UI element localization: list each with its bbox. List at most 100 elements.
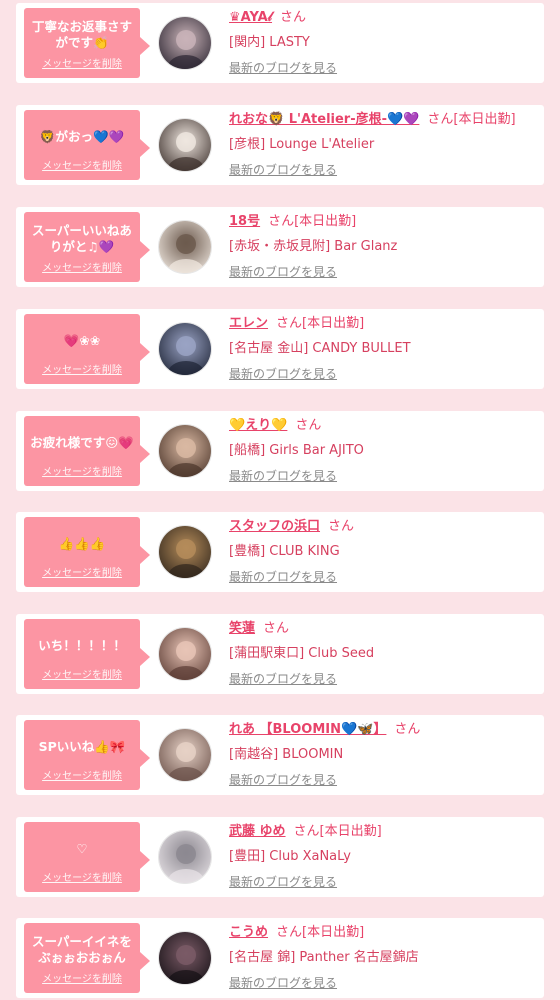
- avatar[interactable]: [158, 16, 212, 70]
- message-card: 🦁がおっ💙💜 メッセージを削除 れおな🦁 L'Atelier-彦根-💙💜 さん[…: [16, 105, 544, 185]
- delete-message-link[interactable]: メッセージを削除: [24, 869, 140, 884]
- profile-name-link[interactable]: れあ 【BLOOMIN💙🦋】: [229, 722, 386, 737]
- delete-message-link[interactable]: メッセージを削除: [24, 564, 140, 579]
- message-bubble: ♡ メッセージを削除: [24, 822, 150, 892]
- avatar[interactable]: [158, 931, 212, 985]
- latest-blog-link[interactable]: 最新のブログを見る: [229, 265, 337, 280]
- latest-blog-link[interactable]: 最新のブログを見る: [229, 469, 337, 484]
- message-card: スーパーイイネをぶぉぉおおぉん メッセージを削除 こうめ さん[本日出勤] [名…: [16, 918, 544, 998]
- avatar[interactable]: [158, 322, 212, 376]
- honorific: さん: [427, 112, 454, 127]
- honorific: さん: [280, 10, 307, 25]
- latest-blog-link[interactable]: 最新のブログを見る: [229, 570, 337, 585]
- name-row: れあ 【BLOOMIN💙🦋】 さん: [229, 721, 538, 740]
- on-duty-badge: [本日出勤]: [319, 824, 382, 839]
- message-text: ♡: [76, 841, 88, 856]
- message-text: いち！！！！！: [38, 638, 126, 653]
- message-card: いち！！！！！ メッセージを削除 笑蓮 さん [蒲田駅東口] Club Seed…: [16, 614, 544, 694]
- honorific: さん: [268, 214, 295, 229]
- avatar-image: [159, 221, 211, 273]
- profile-name-link[interactable]: 武藤 ゆめ: [229, 824, 286, 839]
- message-bubble: いち！！！！！ メッセージを削除: [24, 619, 150, 689]
- profile-info: 武藤 ゆめ さん[本日出勤] [豊田] Club XaNaLy 最新のブログを見る: [229, 823, 538, 890]
- message-card: SPいいね👍🎀 メッセージを削除 れあ 【BLOOMIN💙🦋】 さん [南越谷]…: [16, 715, 544, 795]
- honorific: さん: [276, 316, 303, 331]
- profile-name-link[interactable]: れおな🦁 L'Atelier-彦根-💙💜: [229, 112, 419, 127]
- name-row: エレン さん[本日出勤]: [229, 315, 538, 334]
- shop-name: [豊橋] CLUB KING: [229, 544, 340, 559]
- avatar[interactable]: [158, 118, 212, 172]
- delete-message-link[interactable]: メッセージを削除: [24, 55, 140, 70]
- avatar[interactable]: [158, 830, 212, 884]
- avatar-image: [159, 323, 211, 375]
- profile-name-link[interactable]: ♛AYA𝓁: [229, 10, 272, 25]
- delete-message-link[interactable]: メッセージを削除: [24, 463, 140, 478]
- delete-message-link[interactable]: メッセージを削除: [24, 259, 140, 274]
- profile-name-link[interactable]: 笑蓮: [229, 621, 255, 636]
- shop-name: [豊田] Club XaNaLy: [229, 849, 351, 864]
- profile-info: れあ 【BLOOMIN💙🦋】 さん [南越谷] BLOOMIN 最新のブログを見る: [229, 721, 538, 788]
- profile-name-link[interactable]: 18号: [229, 214, 260, 229]
- avatar-image: [159, 628, 211, 680]
- honorific: さん: [394, 722, 421, 737]
- profile-info: ♛AYA𝓁 さん [関内] LASTY 最新のブログを見る: [229, 9, 538, 76]
- message-card: スーパーいいねありがと♫💜 メッセージを削除 18号 さん[本日出勤] [赤坂・…: [16, 207, 544, 287]
- latest-blog-link[interactable]: 最新のブログを見る: [229, 875, 337, 890]
- message-bubble: 🦁がおっ💙💜 メッセージを削除: [24, 110, 150, 180]
- avatar-image: [159, 119, 211, 171]
- profile-info: 笑蓮 さん [蒲田駅東口] Club Seed 最新のブログを見る: [229, 620, 538, 687]
- message-card: 丁寧なお返事さすがです👏 メッセージを削除 ♛AYA𝓁 さん [関内] LAST…: [16, 3, 544, 83]
- shop-name: [名古屋 金山] CANDY BULLET: [229, 341, 411, 356]
- profile-name-link[interactable]: エレン: [229, 316, 268, 331]
- shop-name: [名古屋 錦] Panther 名古屋錦店: [229, 950, 419, 965]
- honorific: さん: [328, 519, 355, 534]
- honorific: さん: [295, 418, 322, 433]
- delete-message-link[interactable]: メッセージを削除: [24, 970, 140, 985]
- shop-name: [船橋] Girls Bar AJITO: [229, 443, 364, 458]
- message-text: SPいいね👍🎀: [38, 739, 126, 754]
- delete-message-link[interactable]: メッセージを削除: [24, 767, 140, 782]
- message-bubble: SPいいね👍🎀 メッセージを削除: [24, 720, 150, 790]
- name-row: こうめ さん[本日出勤]: [229, 924, 538, 943]
- message-text: お疲れ様です😖💗: [30, 435, 134, 450]
- on-duty-badge: [本日出勤]: [294, 214, 357, 229]
- message-card: 💗❀❀ メッセージを削除 エレン さん[本日出勤] [名古屋 金山] CANDY…: [16, 309, 544, 389]
- name-row: 💛えり💛 さん: [229, 417, 538, 436]
- message-card: ♡ メッセージを削除 武藤 ゆめ さん[本日出勤] [豊田] Club XaNa…: [16, 817, 544, 897]
- avatar-image: [159, 831, 211, 883]
- avatar[interactable]: [158, 424, 212, 478]
- avatar[interactable]: [158, 220, 212, 274]
- message-text: 🦁がおっ💙💜: [39, 129, 125, 144]
- delete-message-link[interactable]: メッセージを削除: [24, 157, 140, 172]
- latest-blog-link[interactable]: 最新のブログを見る: [229, 773, 337, 788]
- profile-info: スタッフの浜口 さん [豊橋] CLUB KING 最新のブログを見る: [229, 518, 538, 585]
- name-row: れおな🦁 L'Atelier-彦根-💙💜 さん[本日出勤]: [229, 111, 538, 130]
- profile-name-link[interactable]: スタッフの浜口: [229, 519, 320, 534]
- avatar[interactable]: [158, 525, 212, 579]
- latest-blog-link[interactable]: 最新のブログを見る: [229, 163, 337, 178]
- delete-message-link[interactable]: メッセージを削除: [24, 666, 140, 681]
- avatar-image: [159, 526, 211, 578]
- avatar-image: [159, 932, 211, 984]
- avatar-image: [159, 17, 211, 69]
- latest-blog-link[interactable]: 最新のブログを見る: [229, 367, 337, 382]
- profile-name-link[interactable]: 💛えり💛: [229, 418, 287, 433]
- message-bubble: 丁寧なお返事さすがです👏 メッセージを削除: [24, 8, 150, 78]
- shop-name: [彦根] Lounge L'Atelier: [229, 137, 375, 152]
- honorific: さん: [293, 824, 320, 839]
- name-row: 笑蓮 さん: [229, 620, 538, 639]
- profile-name-link[interactable]: こうめ: [229, 925, 268, 940]
- profile-info: 18号 さん[本日出勤] [赤坂・赤坂見附] Bar Glanz 最新のブログを見…: [229, 213, 538, 280]
- message-text: 丁寧なお返事さすがです👏: [31, 19, 132, 50]
- latest-blog-link[interactable]: 最新のブログを見る: [229, 61, 337, 76]
- avatar[interactable]: [158, 728, 212, 782]
- avatar-image: [159, 729, 211, 781]
- shop-name: [赤坂・赤坂見附] Bar Glanz: [229, 239, 398, 254]
- message-text: 👍👍👍: [58, 536, 106, 551]
- profile-info: れおな🦁 L'Atelier-彦根-💙💜 さん[本日出勤] [彦根] Lounge…: [229, 111, 538, 178]
- message-bubble: 👍👍👍 メッセージを削除: [24, 517, 150, 587]
- delete-message-link[interactable]: メッセージを削除: [24, 361, 140, 376]
- latest-blog-link[interactable]: 最新のブログを見る: [229, 672, 337, 687]
- latest-blog-link[interactable]: 最新のブログを見る: [229, 976, 337, 991]
- avatar[interactable]: [158, 627, 212, 681]
